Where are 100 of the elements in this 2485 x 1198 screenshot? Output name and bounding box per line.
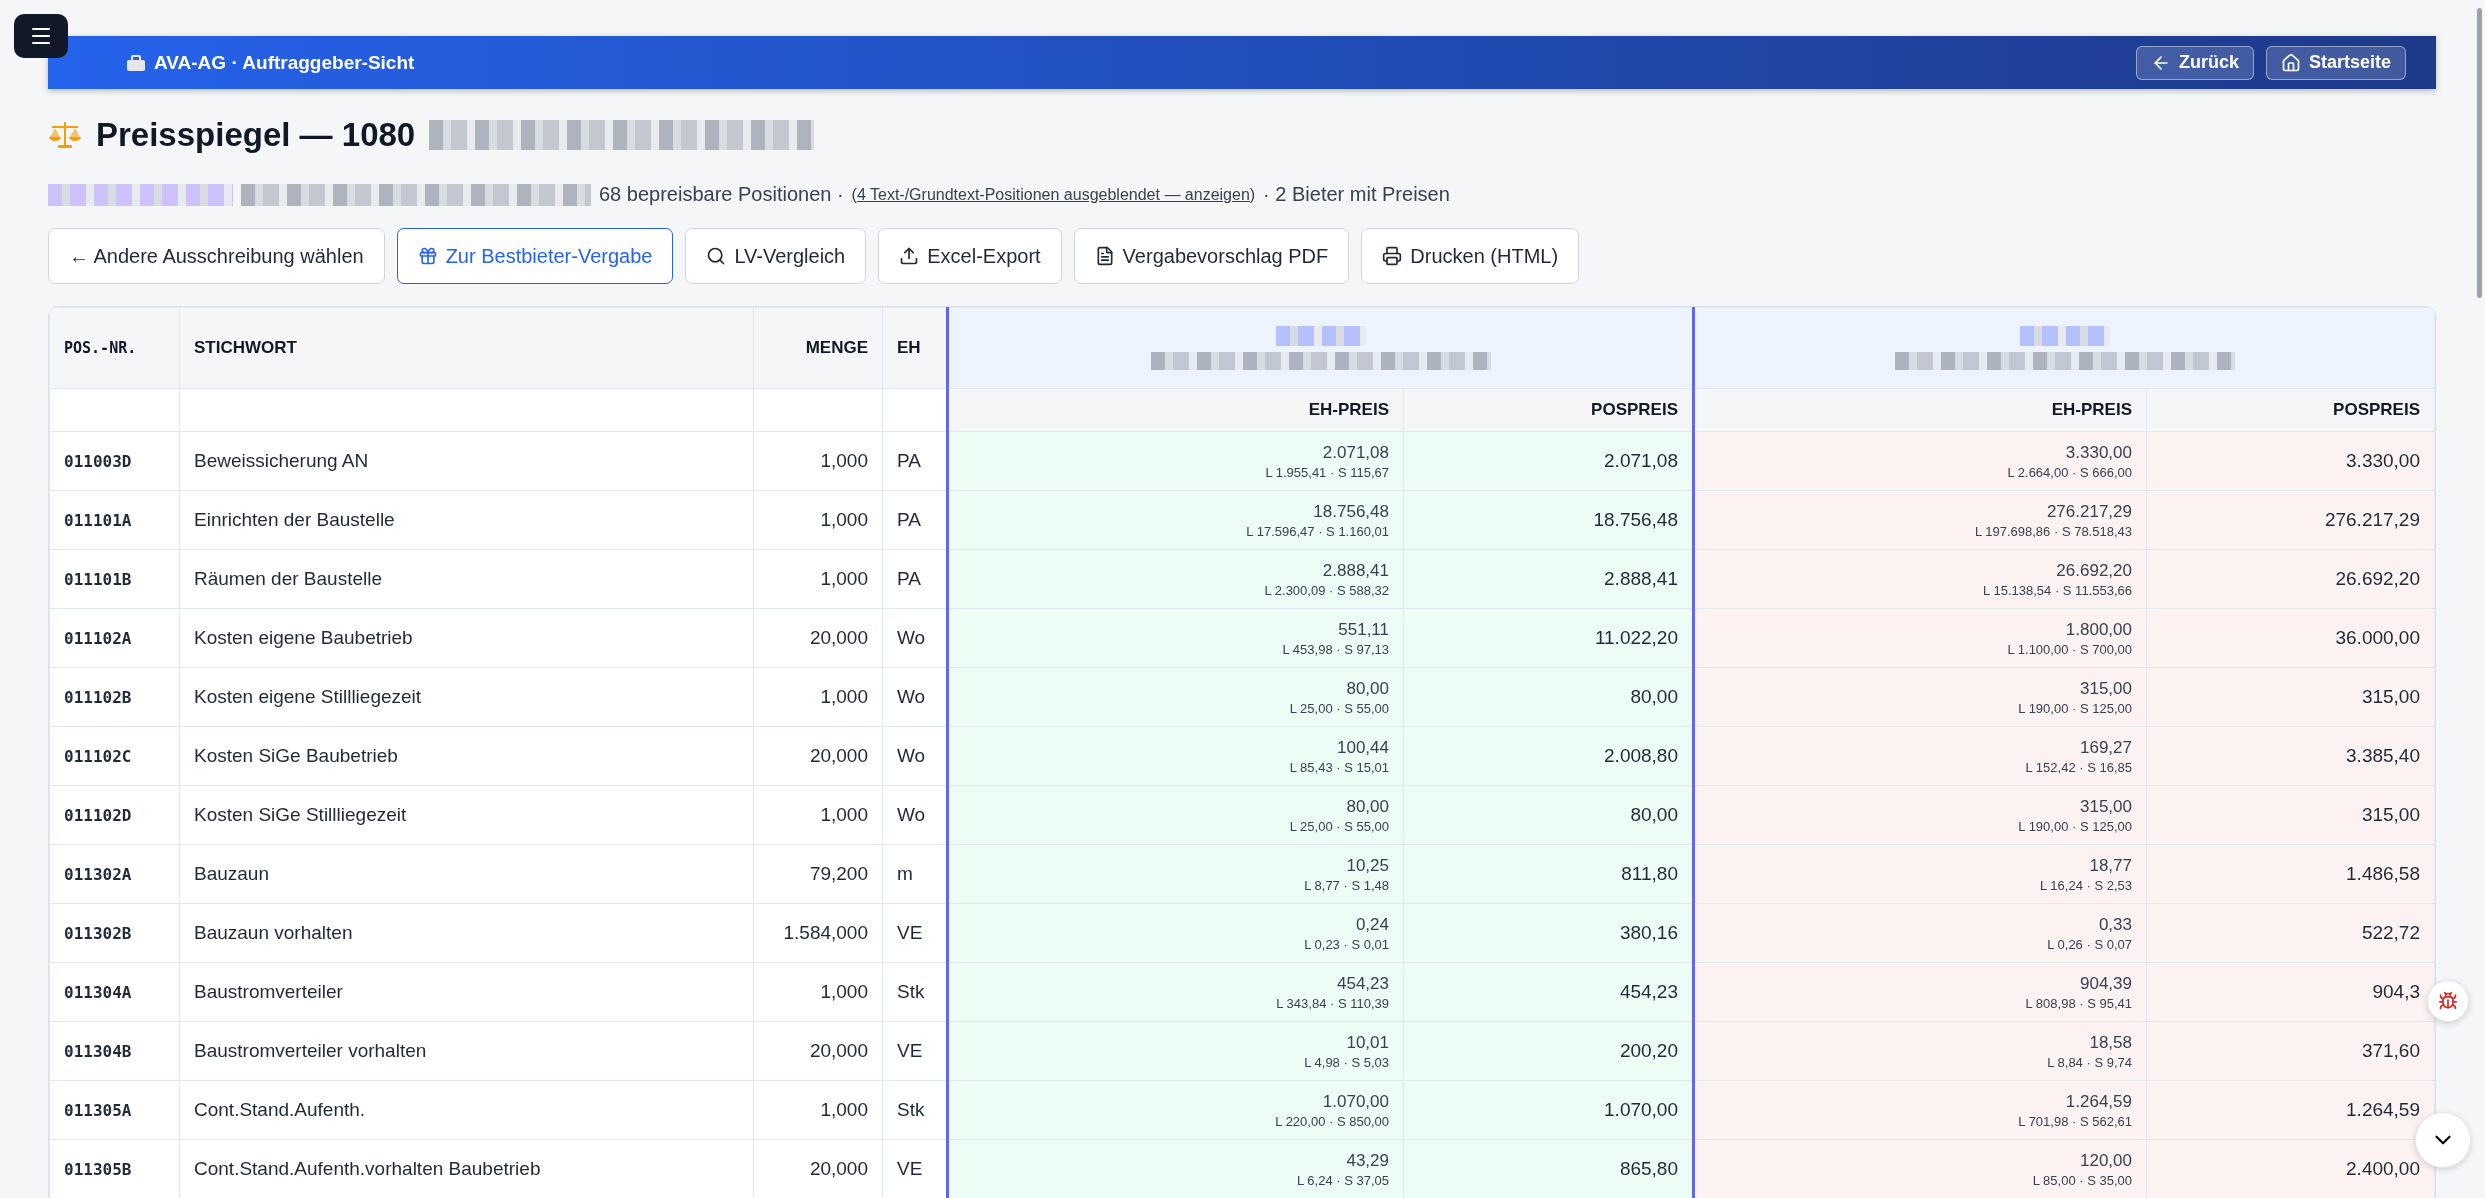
table-cell: 011101A: [49, 490, 180, 550]
price-split: L 453,98 · S 97,13: [1281, 641, 1389, 657]
table-cell: Wo: [882, 785, 948, 845]
price-split: L 85,43 · S 15,01: [1288, 759, 1389, 775]
table-cell: 1.264,59: [2146, 1080, 2435, 1140]
scrollbar[interactable]: [2477, 8, 2482, 298]
action-button[interactable]: Vergabevorschlag PDF: [1073, 228, 1350, 284]
price-split: L 25,00 · S 55,00: [1288, 818, 1389, 834]
table-cell: 20,000: [753, 1021, 883, 1081]
column-header: POSPREIS: [2146, 388, 2435, 432]
scales-icon: [48, 120, 82, 150]
table-cell: 1,000: [753, 549, 883, 609]
table-cell: 011302A: [49, 844, 180, 904]
unit-price: 43,29: [1345, 1150, 1389, 1171]
action-button[interactable]: Zur Bestbieter-Vergabe: [396, 228, 674, 284]
table-cell: PA: [882, 490, 948, 550]
table-cell: Wo: [882, 667, 948, 727]
table-cell: 80,00: [1403, 667, 1694, 727]
table-cell: 865,80: [1403, 1139, 1694, 1198]
unit-price: 10,01: [1345, 1032, 1389, 1053]
table-cell: Kosten SiGe Stillliegezeit: [179, 785, 754, 845]
menu-button[interactable]: [14, 14, 68, 58]
price-split: L 8,77 · S 1,48: [1303, 877, 1389, 893]
price-split: L 2.300,09 · S 588,32: [1263, 582, 1389, 598]
table-cell: 1.070,00: [1403, 1080, 1694, 1140]
nav-button[interactable]: Zurück: [2135, 45, 2254, 80]
unit-price: 169,27: [2079, 737, 2132, 758]
table-cell: 011304B: [49, 1021, 180, 1081]
table-cell: 11.022,20: [1403, 608, 1694, 668]
price-split: L 2.664,00 · S 666,00: [2006, 464, 2132, 480]
briefcase-icon: [126, 53, 146, 72]
table-cell: VE: [882, 1021, 948, 1081]
table-cell: 011102D: [49, 785, 180, 845]
action-button[interactable]: ← Andere Ausschreibung wählen: [48, 228, 385, 284]
table-cell: 276.217,29: [2146, 490, 2435, 550]
table-cell: 1,000: [753, 667, 883, 727]
action-button[interactable]: Excel-Export: [878, 228, 1062, 284]
table-cell: 3.385,40: [2146, 726, 2435, 786]
nav-button[interactable]: Startseite: [2265, 45, 2406, 80]
table-cell: 522,72: [2146, 903, 2435, 963]
table-cell: Stk: [882, 962, 948, 1022]
unit-price: 120,00: [2079, 1150, 2132, 1171]
price-split: L 8,84 · S 9,74: [2046, 1054, 2132, 1070]
table-cell: Cont.Stand.Aufenth.vorhalten Baubetrieb: [179, 1139, 754, 1198]
table-cell: 1,000: [753, 962, 883, 1022]
table-cell: VE: [882, 1139, 948, 1198]
table-cell: 80,00: [1403, 785, 1694, 845]
table-cell: 011302B: [49, 903, 180, 963]
table-cell: 011305B: [49, 1139, 180, 1198]
table-cell: 1,000: [753, 785, 883, 845]
table-cell: 1.486,58: [2146, 844, 2435, 904]
price-split: L 85,00 · S 35,00: [2031, 1172, 2132, 1188]
app-title: AVA-AG · Auftraggeber-Sicht: [154, 51, 415, 74]
table-cell: m: [882, 844, 948, 904]
bug-icon: [2438, 991, 2458, 1011]
column-header: MENGE: [753, 307, 883, 389]
table-cell: 79,200: [753, 844, 883, 904]
price-split: L 190,00 · S 125,00: [2017, 818, 2132, 834]
column-header: STICHWORT: [179, 307, 754, 389]
table-cell: 371,60: [2146, 1021, 2435, 1081]
show-hidden-link[interactable]: (4 Text-/Grundtext-Positionen ausgeblendet — anzeigen): [851, 185, 1256, 204]
unit-price: 18.756,48: [1312, 501, 1389, 522]
home-icon: [2280, 52, 2301, 73]
page-title: Preisspiegel — 1080: [96, 116, 416, 154]
table-cell: 011304A: [49, 962, 180, 1022]
price-split: L 16,24 · S 2,53: [2038, 877, 2132, 893]
price-split: L 220,00 · S 850,00: [1274, 1113, 1389, 1129]
unit-price: 315,00: [2079, 678, 2132, 699]
unit-price: 80,00: [1345, 678, 1389, 699]
table-cell: PA: [882, 549, 948, 609]
table-cell: 011102A: [49, 608, 180, 668]
column-header: POS.-NR.: [49, 307, 180, 389]
table-cell: 011102C: [49, 726, 180, 786]
table-cell: Stk: [882, 1080, 948, 1140]
table-cell: 36.000,00: [2146, 608, 2435, 668]
table-cell: 3.330,00: [2146, 431, 2435, 491]
table-cell: 454,23: [1403, 962, 1694, 1022]
table-cell: 20,000: [753, 1139, 883, 1198]
table-cell: VE: [882, 903, 948, 963]
unit-price: 2.888,41: [1321, 560, 1389, 581]
unit-price: 1.800,00: [2064, 619, 2132, 640]
bug-report-button[interactable]: [2427, 980, 2469, 1022]
search-icon: [706, 246, 727, 266]
table-cell: 200,20: [1403, 1021, 1694, 1081]
unit-price: 18,77: [2088, 855, 2132, 876]
unit-price: 315,00: [2079, 796, 2132, 817]
unit-price: 10,25: [1345, 855, 1389, 876]
column-header: EH-PREIS: [947, 388, 1404, 432]
action-button[interactable]: Drucken (HTML): [1361, 228, 1580, 284]
action-button[interactable]: LV-Vergleich: [685, 228, 867, 284]
price-split: L 808,98 · S 95,41: [2024, 995, 2132, 1011]
table-cell: Einrichten der Baustelle: [179, 490, 754, 550]
price-split: L 197.698,86 · S 78.518,43: [1973, 523, 2132, 539]
table-cell: Beweissicherung AN: [179, 431, 754, 491]
column-header: EH-PREIS: [1693, 388, 2147, 432]
unit-price: 26.692,20: [2055, 560, 2132, 581]
price-split: L 190,00 · S 125,00: [2017, 700, 2132, 716]
unit-price: 904,39: [2079, 973, 2132, 994]
unit-price: 2.071,08: [1321, 442, 1389, 463]
table-cell: Baustromverteiler vorhalten: [179, 1021, 754, 1081]
